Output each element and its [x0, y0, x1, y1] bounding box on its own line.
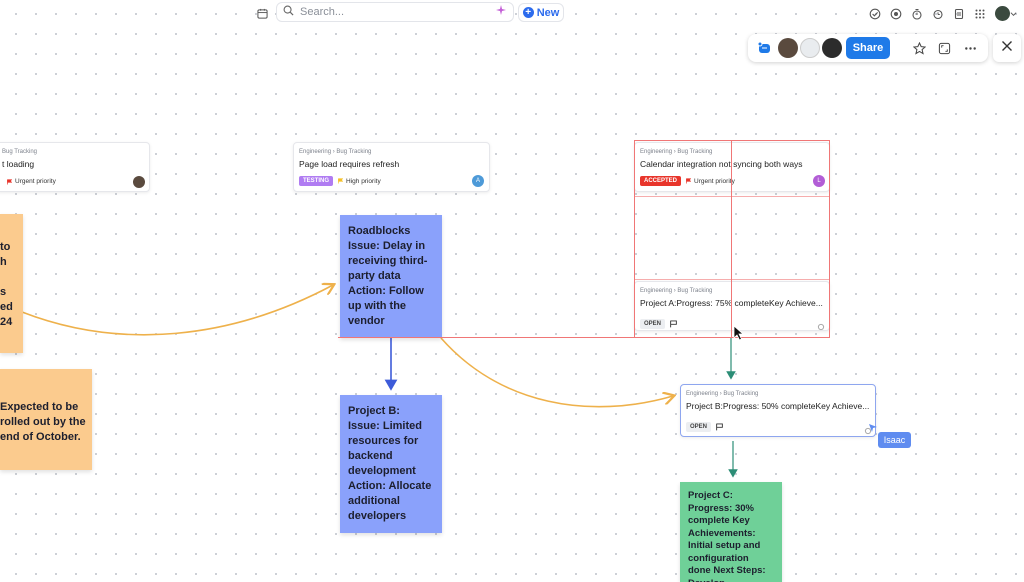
selection-guide-horizontal: [634, 279, 830, 280]
selection-border-right: [829, 140, 830, 338]
note-text: s: [0, 286, 7, 298]
share-button[interactable]: Share: [846, 37, 890, 59]
flag-icon: [7, 178, 12, 184]
selection-guide-horizontal: [634, 196, 830, 197]
sticky-note-orange-left[interactable]: to h s ed 24: [0, 214, 23, 353]
new-button-label: New: [536, 6, 560, 19]
sticky-note-orange-bottom[interactable]: Expected to be rolled out by the end of …: [0, 369, 92, 470]
note-text: h: [0, 256, 7, 268]
collaboration-panel: Share: [748, 34, 988, 62]
sticky-note-roadblocks[interactable]: Roadblocks Issue: Delay in receiving thi…: [340, 215, 442, 338]
avatar[interactable]: [822, 38, 842, 58]
breadcrumb: Engineering › Bug Tracking: [299, 149, 372, 155]
breadcrumb: Bug Tracking: [2, 149, 38, 155]
task-card[interactable]: Engineering › Bug Tracking Project B:Pro…: [680, 384, 876, 437]
top-bar: Search... + New: [0, 0, 1024, 26]
search-icon: [283, 3, 294, 21]
breadcrumb: Engineering › Bug Tracking: [640, 149, 713, 155]
sticky-note-project-c[interactable]: Project C: Progress: 30% complete Key Ac…: [680, 482, 782, 582]
avatar: [995, 5, 1010, 21]
task-card[interactable]: Bug Tracking t loading Urgent priority: [0, 142, 150, 192]
breadcrumb: Engineering › Bug Tracking: [686, 391, 759, 397]
note-text: rolled out by the: [0, 416, 86, 428]
note-text: Project C: Progress: 30% complete Key Ac…: [688, 490, 766, 582]
ai-sparkle-icon[interactable]: [495, 3, 507, 21]
task-card[interactable]: Engineering › Bug Tracking Calendar inte…: [634, 142, 830, 192]
timer-icon[interactable]: [908, 5, 925, 22]
task-card[interactable]: Engineering › Bug Tracking Project A:Pro…: [634, 281, 830, 331]
flag-icon: [686, 178, 692, 184]
note-text: Expected to be: [0, 401, 79, 413]
note-text: Roadblocks Issue: Delay in receiving thi…: [348, 225, 428, 327]
note-text: ed: [0, 301, 13, 313]
note-text: 24: [0, 316, 13, 328]
star-icon[interactable]: [911, 40, 927, 56]
priority-indicator: Urgent priority: [686, 178, 735, 185]
fit-screen-icon[interactable]: [936, 40, 952, 56]
chat-icon[interactable]: [756, 40, 772, 61]
status-badge[interactable]: OPEN: [686, 422, 712, 432]
collaborator-cursor-label: Isaac: [878, 432, 911, 448]
breadcrumb: Engineering › Bug Tracking: [640, 288, 713, 294]
note-text: end of October.: [0, 431, 81, 443]
flag-icon[interactable]: [716, 418, 723, 436]
chevron-down-icon: [1010, 4, 1017, 22]
close-button[interactable]: [993, 34, 1021, 62]
document-icon[interactable]: [950, 5, 967, 22]
status-badge[interactable]: TESTING: [299, 176, 334, 186]
flag-icon[interactable]: [670, 315, 677, 333]
avatar[interactable]: [133, 176, 145, 188]
task-card[interactable]: Engineering › Bug Tracking Page load req…: [293, 142, 490, 192]
search-bar[interactable]: Search...: [276, 2, 514, 22]
flag-icon: [338, 178, 344, 184]
connectors-layer: [21, 0, 738, 478]
selection-guide-vertical: [731, 140, 732, 338]
task-title: Calendar integration not syncing both wa…: [640, 159, 803, 169]
user-menu[interactable]: [995, 4, 1017, 22]
task-title: Project B:Progress: 50% completeKey Achi…: [686, 401, 870, 411]
task-title: t loading: [2, 159, 35, 169]
selection-border-left: [634, 140, 635, 338]
settings-icon[interactable]: [817, 318, 825, 336]
avatar[interactable]: L: [813, 175, 825, 187]
topbar-tools: [866, 5, 988, 22]
status-badge[interactable]: OPEN: [640, 319, 666, 329]
note-text: Project B: Issue: Limited resources for …: [348, 405, 432, 522]
note-text: to: [0, 241, 11, 253]
avatar[interactable]: [800, 38, 820, 58]
close-icon: [1001, 39, 1013, 57]
connector-orange-middle: [440, 337, 673, 408]
avatar[interactable]: A: [472, 175, 484, 187]
mouse-pointer-icon: [733, 325, 745, 346]
record-icon[interactable]: [887, 5, 904, 22]
new-button[interactable]: + New: [518, 3, 564, 22]
alarm-icon[interactable]: [929, 5, 946, 22]
connector-orange-left: [21, 285, 333, 336]
note-text: [0, 270, 13, 285]
plus-icon: +: [522, 7, 534, 18]
selection-border-top: [634, 140, 830, 141]
calendar-icon[interactable]: [252, 4, 272, 22]
collaborator-cursor-icon: [868, 420, 878, 438]
task-title: Page load requires refresh: [299, 159, 400, 169]
status-badge[interactable]: ACCEPTED: [640, 176, 682, 186]
more-options-icon[interactable]: [962, 40, 978, 56]
apps-grid-icon[interactable]: [971, 5, 988, 22]
selection-guide-horizontal: [338, 337, 830, 338]
avatar[interactable]: [778, 38, 798, 58]
priority-indicator: High priority: [338, 178, 381, 185]
search-placeholder: Search...: [300, 6, 345, 18]
sticky-note-project-b[interactable]: Project B: Issue: Limited resources for …: [340, 395, 442, 533]
priority-indicator: Urgent priority: [7, 178, 56, 185]
check-circle-icon[interactable]: [866, 5, 883, 22]
